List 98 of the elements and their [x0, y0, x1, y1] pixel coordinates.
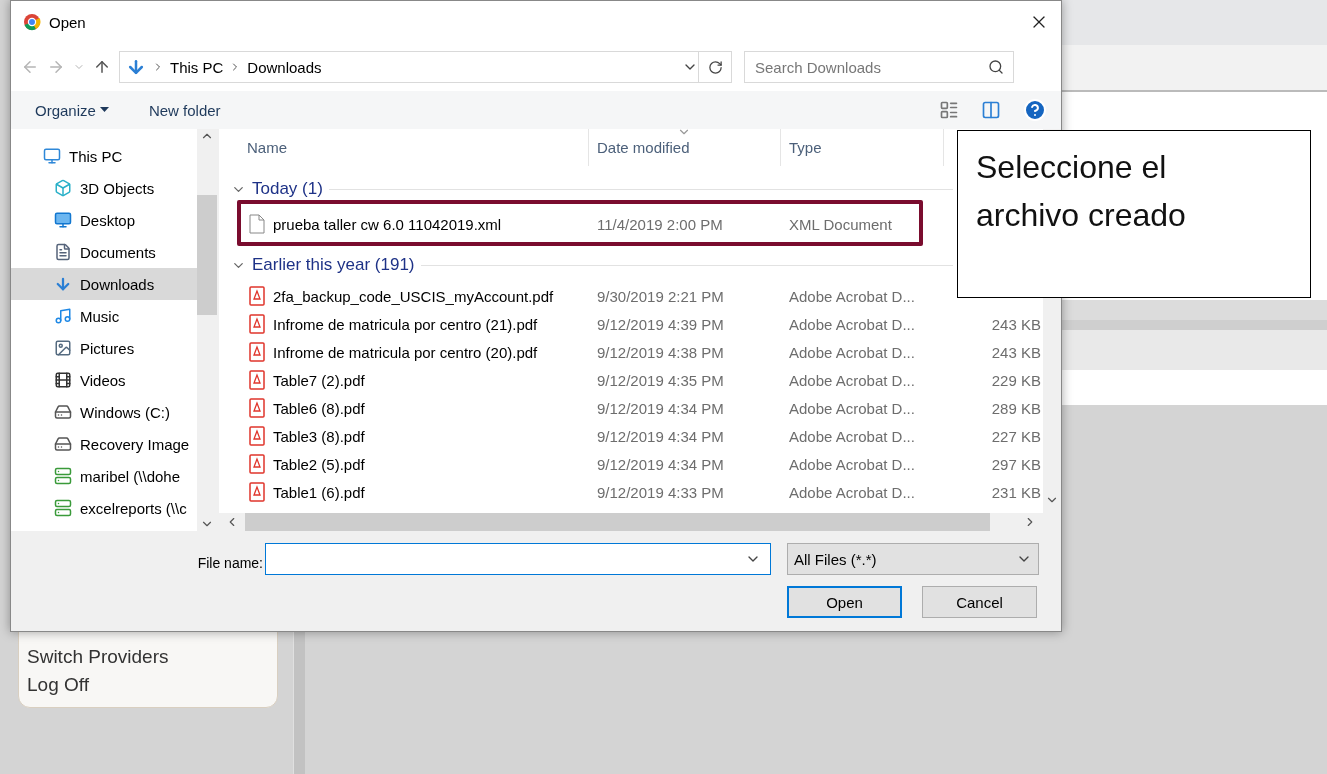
cube-icon	[54, 179, 72, 197]
pdf-file-icon	[249, 342, 265, 362]
file-name[interactable]: Infrome de matricula por centro (21).pdf	[273, 315, 538, 333]
window-title: Open	[49, 13, 87, 31]
nav-item[interactable]: Pictures	[11, 332, 197, 364]
file-name[interactable]: 2fa_backup_code_USCIS_myAccount.pdf	[273, 287, 554, 305]
dialog-button[interactable]: Open	[787, 586, 902, 618]
search-icon	[988, 59, 1004, 75]
toolbar-button[interactable]: New folder	[148, 101, 221, 119]
browser-logo-icon	[23, 13, 41, 31]
pdf-file-icon	[249, 482, 265, 502]
nav-item[interactable]: Desktop	[11, 204, 197, 236]
drive-icon	[54, 403, 72, 421]
picture-icon	[54, 339, 72, 357]
breadcrumb[interactable]: Downloads	[247, 58, 322, 76]
download-icon	[54, 275, 72, 293]
type-cell-text: XML Document	[788, 215, 893, 233]
date-cell-text: 9/12/2019 4:35 PM	[596, 371, 725, 389]
menu-link[interactable]: Log Off	[27, 671, 269, 699]
type-cell-text: Adobe Acrobat D...	[788, 343, 916, 361]
date-cell-text: 9/12/2019 4:33 PM	[596, 483, 725, 501]
type-cell-text: Adobe Acrobat D...	[788, 483, 916, 501]
view-list-icon[interactable]	[939, 100, 959, 120]
size-cell-text: 297 KB	[990, 455, 1042, 473]
instruction-tooltip: Seleccione el archivo creado	[957, 130, 1311, 298]
size-cell-text: 231 KB	[990, 483, 1042, 501]
network-drive-icon	[54, 467, 72, 485]
network-drive-icon	[54, 499, 72, 517]
music-note-icon	[54, 307, 72, 325]
date-cell-text: 9/12/2019 4:39 PM	[596, 315, 725, 333]
file-name[interactable]: Table3 (8).pdf	[273, 427, 365, 445]
group-header[interactable]: Earlier this year (191)	[252, 255, 415, 275]
help-icon[interactable]	[1023, 98, 1047, 122]
refresh-button[interactable]	[698, 51, 732, 83]
date-cell-text: 9/30/2019 2:21 PM	[596, 287, 725, 305]
file-icon	[249, 214, 265, 234]
download-icon	[126, 57, 146, 77]
type-cell-text: Adobe Acrobat D...	[788, 427, 916, 445]
search-field[interactable]: Search Downloads	[744, 51, 1014, 83]
pdf-file-icon	[249, 398, 265, 418]
nav-item[interactable]: excelreports (\\c	[11, 492, 197, 524]
file-name[interactable]: Table7 (2).pdf	[273, 371, 365, 389]
pdf-file-icon	[249, 454, 265, 474]
file-name[interactable]: prueba taller cw 6.0 11042019.xml	[273, 215, 502, 233]
size-cell-text: 243 KB	[990, 343, 1042, 361]
menu-link[interactable]: Switch Providers	[27, 643, 269, 671]
desktop-icon	[54, 211, 72, 229]
type-cell-text: Adobe Acrobat D...	[788, 399, 916, 417]
date-cell-text: 11/4/2019 2:00 PM	[596, 215, 724, 233]
file-name[interactable]: Infrome de matricula por centro (20).pdf	[273, 343, 538, 361]
nav-item[interactable]: 3D Objects	[11, 172, 197, 204]
nav-item[interactable]: Videos	[11, 364, 197, 396]
caret-icon	[99, 107, 109, 113]
size-cell-text: 227 KB	[990, 427, 1042, 445]
pdf-file-icon	[249, 314, 265, 334]
file-name-field[interactable]	[265, 543, 771, 575]
date-cell-text: 9/12/2019 4:34 PM	[596, 455, 725, 473]
file-name[interactable]: Table2 (5).pdf	[273, 455, 365, 473]
drive-icon	[54, 435, 72, 453]
column-header[interactable]: Name	[219, 129, 589, 166]
document-icon	[54, 243, 72, 261]
computer-icon	[43, 147, 61, 165]
date-cell-text: 9/12/2019 4:34 PM	[596, 399, 725, 417]
nav-item[interactable]: This PC	[11, 140, 197, 172]
date-cell-text: 9/12/2019 4:38 PM	[596, 343, 725, 361]
column-header[interactable]: Date modified	[589, 129, 781, 166]
nav-item[interactable]: Recovery Image	[11, 428, 197, 460]
film-icon	[54, 371, 72, 389]
pdf-file-icon	[249, 286, 265, 306]
breadcrumb[interactable]: This PC	[170, 58, 224, 76]
dialog-button[interactable]: Cancel	[922, 586, 1037, 618]
pdf-file-icon	[249, 370, 265, 390]
type-cell-text: Adobe Acrobat D...	[788, 287, 916, 305]
refresh-icon	[707, 59, 723, 75]
scrollbar[interactable]	[197, 129, 217, 531]
column-header[interactable]: Type	[781, 129, 944, 166]
nav-item[interactable]: maribel (\\dohe	[11, 460, 197, 492]
file-type-dropdown[interactable]: All Files (*.*)	[787, 543, 1039, 575]
type-cell-text: Adobe Acrobat D...	[788, 371, 916, 389]
size-cell-text: 243 KB	[990, 315, 1042, 333]
preview-pane-icon[interactable]	[981, 100, 1001, 120]
nav-item[interactable]: Documents	[11, 236, 197, 268]
type-cell-text: Adobe Acrobat D...	[788, 315, 916, 333]
pdf-file-icon	[249, 426, 265, 446]
size-cell-text: 289 KB	[990, 399, 1042, 417]
address-bar[interactable]: This PC Downloads	[119, 51, 699, 83]
size-cell-text: 229 KB	[990, 371, 1042, 389]
file-name[interactable]: Table1 (6).pdf	[273, 483, 365, 501]
type-cell-text: Adobe Acrobat D...	[788, 455, 916, 473]
up-icon[interactable]	[93, 58, 111, 76]
file-name[interactable]: Table6 (8).pdf	[273, 399, 365, 417]
nav-item[interactable]: Music	[11, 300, 197, 332]
nav-item[interactable]: Downloads	[11, 268, 197, 300]
date-cell-text: 9/12/2019 4:34 PM	[596, 427, 725, 445]
group-header[interactable]: Today (1)	[252, 179, 323, 199]
toolbar-button[interactable]: Organize	[35, 101, 109, 119]
field-label: File name:	[197, 555, 264, 571]
nav-item[interactable]: Windows (C:)	[11, 396, 197, 428]
